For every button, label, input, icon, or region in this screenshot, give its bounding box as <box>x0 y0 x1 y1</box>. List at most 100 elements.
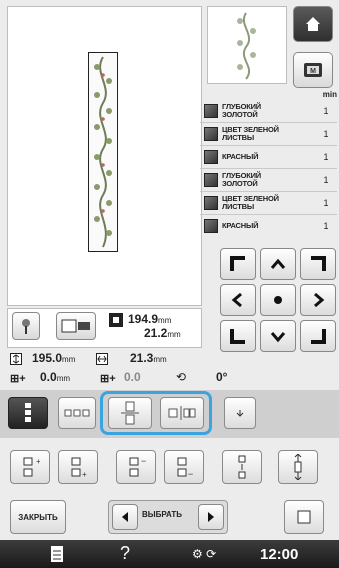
color-list-item[interactable]: КРАСНЫЙ 1 <box>200 215 337 237</box>
svg-text:+: + <box>36 457 40 466</box>
color-list-item[interactable]: КРАСНЫЙ 1 <box>200 146 337 168</box>
move-down-left-button[interactable] <box>220 320 256 352</box>
arrow-up-icon <box>270 258 286 269</box>
pattern-frame <box>88 52 118 252</box>
corner-down-left-icon <box>230 329 245 344</box>
select-label: ВЫБРАТЬ <box>142 510 183 519</box>
color-list-item[interactable]: ГЛУБОКИЙ ЗОЛОТОЙ 1 <box>200 100 337 122</box>
stretch-spacing-button[interactable] <box>278 450 318 484</box>
corner-up-right-icon <box>311 256 326 271</box>
home-button[interactable] <box>293 6 333 42</box>
thread-color-name: ЦВЕТ ЗЕЛЕНОЙ ЛИСТВЫ <box>222 194 279 211</box>
thread-swatch-icon <box>204 173 218 187</box>
total-width-icon <box>96 352 108 370</box>
vertical-layout-button[interactable] <box>8 397 48 429</box>
color-list-item[interactable]: ЦВЕТ ЗЕЛЕНОЙ ЛИСТВЫ 1 <box>200 192 337 214</box>
triangle-left-icon <box>122 512 128 522</box>
machine-status-icon: ⚙ ⟳ <box>192 547 217 561</box>
frame-select-button[interactable] <box>56 312 96 340</box>
thread-count: 1 <box>323 221 329 231</box>
thread-count: 1 <box>323 198 329 208</box>
vine-pattern-image <box>94 56 112 248</box>
split-horizontal-button[interactable] <box>160 397 204 429</box>
move-down-right-button[interactable] <box>300 320 336 352</box>
thread-swatch-icon <box>204 219 218 233</box>
thread-color-name: КРАСНЫЙ <box>222 221 259 230</box>
arrow-down-icon <box>270 332 286 343</box>
move-up-button[interactable] <box>260 248 296 280</box>
move-up-right-button[interactable] <box>300 248 336 280</box>
corner-down-right-icon <box>311 329 326 344</box>
needle-point-button[interactable] <box>12 312 40 340</box>
move-up-left-button[interactable] <box>220 248 256 280</box>
rotate-icon: ⟲ <box>176 370 187 384</box>
split-horizontal-icon <box>168 406 196 420</box>
spacing-plus-icon: + <box>23 457 40 477</box>
pattern-thumbnail <box>207 6 287 84</box>
square-select-button[interactable] <box>284 500 324 534</box>
offset-readout: 0.0mm <box>40 370 71 384</box>
memory-icon: M <box>304 63 322 77</box>
clock-label: 12:00 <box>260 546 299 563</box>
svg-text:+: + <box>82 470 87 478</box>
thread-swatch-icon <box>204 150 218 164</box>
stretch-spacing-icon <box>294 454 302 480</box>
hidden-offset-readout: 0.0 <box>124 370 141 384</box>
corner-up-left-icon <box>230 256 245 271</box>
arrow-right-icon <box>314 292 325 308</box>
move-left-button[interactable] <box>220 284 256 316</box>
frame-icon <box>61 319 90 333</box>
center-spacing-button[interactable] <box>222 450 262 484</box>
thread-swatch-icon <box>204 196 218 210</box>
small-action-button[interactable] <box>224 397 256 429</box>
select-next-button[interactable] <box>198 504 224 530</box>
thread-swatch-icon <box>204 127 218 141</box>
spacing-increase-bottom-button[interactable]: + <box>58 450 98 484</box>
thread-count: 1 <box>323 106 329 116</box>
thread-count: 1 <box>323 175 329 185</box>
center-button[interactable] <box>260 284 296 316</box>
document-icon[interactable] <box>50 545 64 568</box>
split-vertical-button[interactable] <box>108 397 152 429</box>
horizontal-layout-button[interactable] <box>58 397 96 429</box>
help-button[interactable]: ? <box>120 543 130 564</box>
embroidery-preview <box>7 6 202 306</box>
center-dot-icon <box>274 296 282 304</box>
total-width-readout: 21.3mm <box>130 351 167 365</box>
thread-color-list: min ГЛУБОКИЙ ЗОЛОТОЙ 1 ЦВЕТ ЗЕЛЕНОЙ ЛИСТ… <box>200 90 337 240</box>
total-height-readout: 195.0mm <box>32 351 76 365</box>
offset-icon: ⊞+ <box>10 373 26 385</box>
move-down-button[interactable] <box>260 320 296 352</box>
triangle-right-icon <box>208 512 214 522</box>
svg-text:M: M <box>310 68 316 75</box>
spacing-decrease-bottom-button[interactable]: − <box>164 450 204 484</box>
total-height-icon <box>10 352 22 370</box>
spacing-decrease-top-button[interactable]: − <box>116 450 156 484</box>
svg-text:−: − <box>141 456 146 466</box>
color-list-item[interactable]: ЦВЕТ ЗЕЛЕНОЙ ЛИСТВЫ 1 <box>200 123 337 145</box>
spacing-minus-icon: − <box>129 456 146 477</box>
thread-swatch-icon <box>204 104 218 118</box>
split-vertical-icon <box>121 401 139 425</box>
thread-color-name: ЦВЕТ ЗЕЛЕНОЙ ЛИСТВЫ <box>222 125 279 142</box>
thread-count: 1 <box>323 129 329 139</box>
spacing-minus-bottom-icon: − <box>177 457 193 478</box>
square-icon <box>297 510 311 524</box>
close-button[interactable]: ЗАКРЫТЬ <box>10 500 66 534</box>
thread-count: 1 <box>323 152 329 162</box>
pin-icon <box>22 319 30 334</box>
spacing-increase-top-button[interactable]: + <box>10 450 50 484</box>
thread-color-name: КРАСНЫЙ <box>222 152 259 161</box>
select-prev-button[interactable] <box>112 504 138 530</box>
spacing-plus-bottom-icon: + <box>71 457 87 478</box>
vertical-layout-icon <box>25 403 31 422</box>
height-icon <box>108 312 124 333</box>
center-spacing-icon <box>238 455 246 479</box>
move-right-button[interactable] <box>300 284 336 316</box>
svg-text:−: − <box>188 469 193 478</box>
small-down-icon <box>236 410 244 417</box>
color-list-item[interactable]: ГЛУБОКИЙ ЗОЛОТОЙ 1 <box>200 169 337 191</box>
thread-color-name: ГЛУБОКИЙ ЗОЛОТОЙ <box>222 171 261 188</box>
pattern-width-readout: 21.2mm <box>144 326 181 340</box>
memory-button[interactable]: M <box>293 52 333 88</box>
